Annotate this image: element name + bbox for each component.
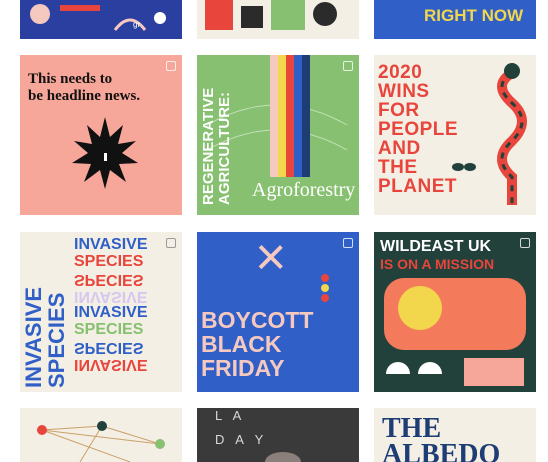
- regen-vertical-title-wrap: REGENERATIVE AGRICULTURE:: [200, 55, 241, 215]
- invasive-line: SPECIES: [74, 253, 144, 270]
- snake-illustration: [452, 63, 527, 205]
- boycott-text: BOYCOTT BLACK FRIDAY: [201, 307, 314, 381]
- invasive-line-mirrored: INVASIVE: [74, 356, 148, 373]
- invasive-line: INVASIVE: [74, 236, 148, 253]
- invasive-vertical-wrap: INVASIVE SPECIES: [20, 232, 72, 392]
- sun-landscape-illustration: [384, 278, 526, 386]
- multiple-images-icon: [343, 238, 353, 248]
- invasive-line-mirrored: SPECIES: [74, 339, 144, 356]
- invasive-vertical-text: INVASIVE SPECIES: [21, 286, 69, 388]
- regen-title: REGENERATIVE AGRICULTURE:: [200, 87, 233, 205]
- post-tile-the-albedo[interactable]: THE ALBEDO: [374, 408, 536, 462]
- multiple-images-icon: [520, 238, 530, 248]
- post-tile-invasive-species[interactable]: INVASIVE SPECIES INVASIVE SPECIES SPECIE…: [20, 232, 182, 392]
- network-illustration: [37, 421, 165, 462]
- post-tile-regenerative-agriculture[interactable]: REGENERATIVE AGRICULTURE: Agroforestry: [197, 55, 359, 215]
- multiple-images-icon: [166, 238, 176, 248]
- abstract-illustration: [197, 0, 359, 39]
- figure-illustration: [265, 452, 301, 462]
- post-tile-wildeast[interactable]: WILDEAST UK IS ON A MISSION: [374, 232, 536, 392]
- starburst-icon: [72, 117, 138, 189]
- post-tile-row0-c[interactable]: RIGHT NOW: [374, 0, 536, 39]
- regen-subtitle: Agroforestry: [252, 179, 356, 201]
- post-tile-2020-wins[interactable]: 2020 WINS FOR PEOPLE AND THE PLANET: [374, 55, 536, 215]
- multiple-images-icon: [343, 61, 353, 71]
- tile-caption: RIGHT NOW: [424, 6, 524, 25]
- tile-partial-label: gr: [133, 20, 141, 29]
- post-tile-headline-news[interactable]: This needs to be headline news.: [20, 55, 182, 215]
- invasive-line: INVASIVE: [74, 304, 148, 321]
- invasive-line-mirrored: SPECIES: [74, 271, 144, 288]
- post-tile-row0-b[interactable]: [197, 0, 359, 39]
- invasive-line-mirrored: INVASIVE: [74, 288, 148, 305]
- invasive-line: SPECIES: [74, 321, 144, 338]
- post-tile-row0-a[interactable]: gr: [20, 0, 182, 39]
- post-tile-boycott-black-friday[interactable]: × BOYCOTT BLACK FRIDAY: [197, 232, 359, 392]
- albedo-text: THE ALBEDO: [382, 413, 501, 462]
- post-tile-network[interactable]: [20, 408, 182, 462]
- post-tile-la-day[interactable]: L A D A Y: [197, 408, 359, 462]
- abstract-illustration: [20, 0, 182, 39]
- multiple-images-icon: [166, 61, 176, 71]
